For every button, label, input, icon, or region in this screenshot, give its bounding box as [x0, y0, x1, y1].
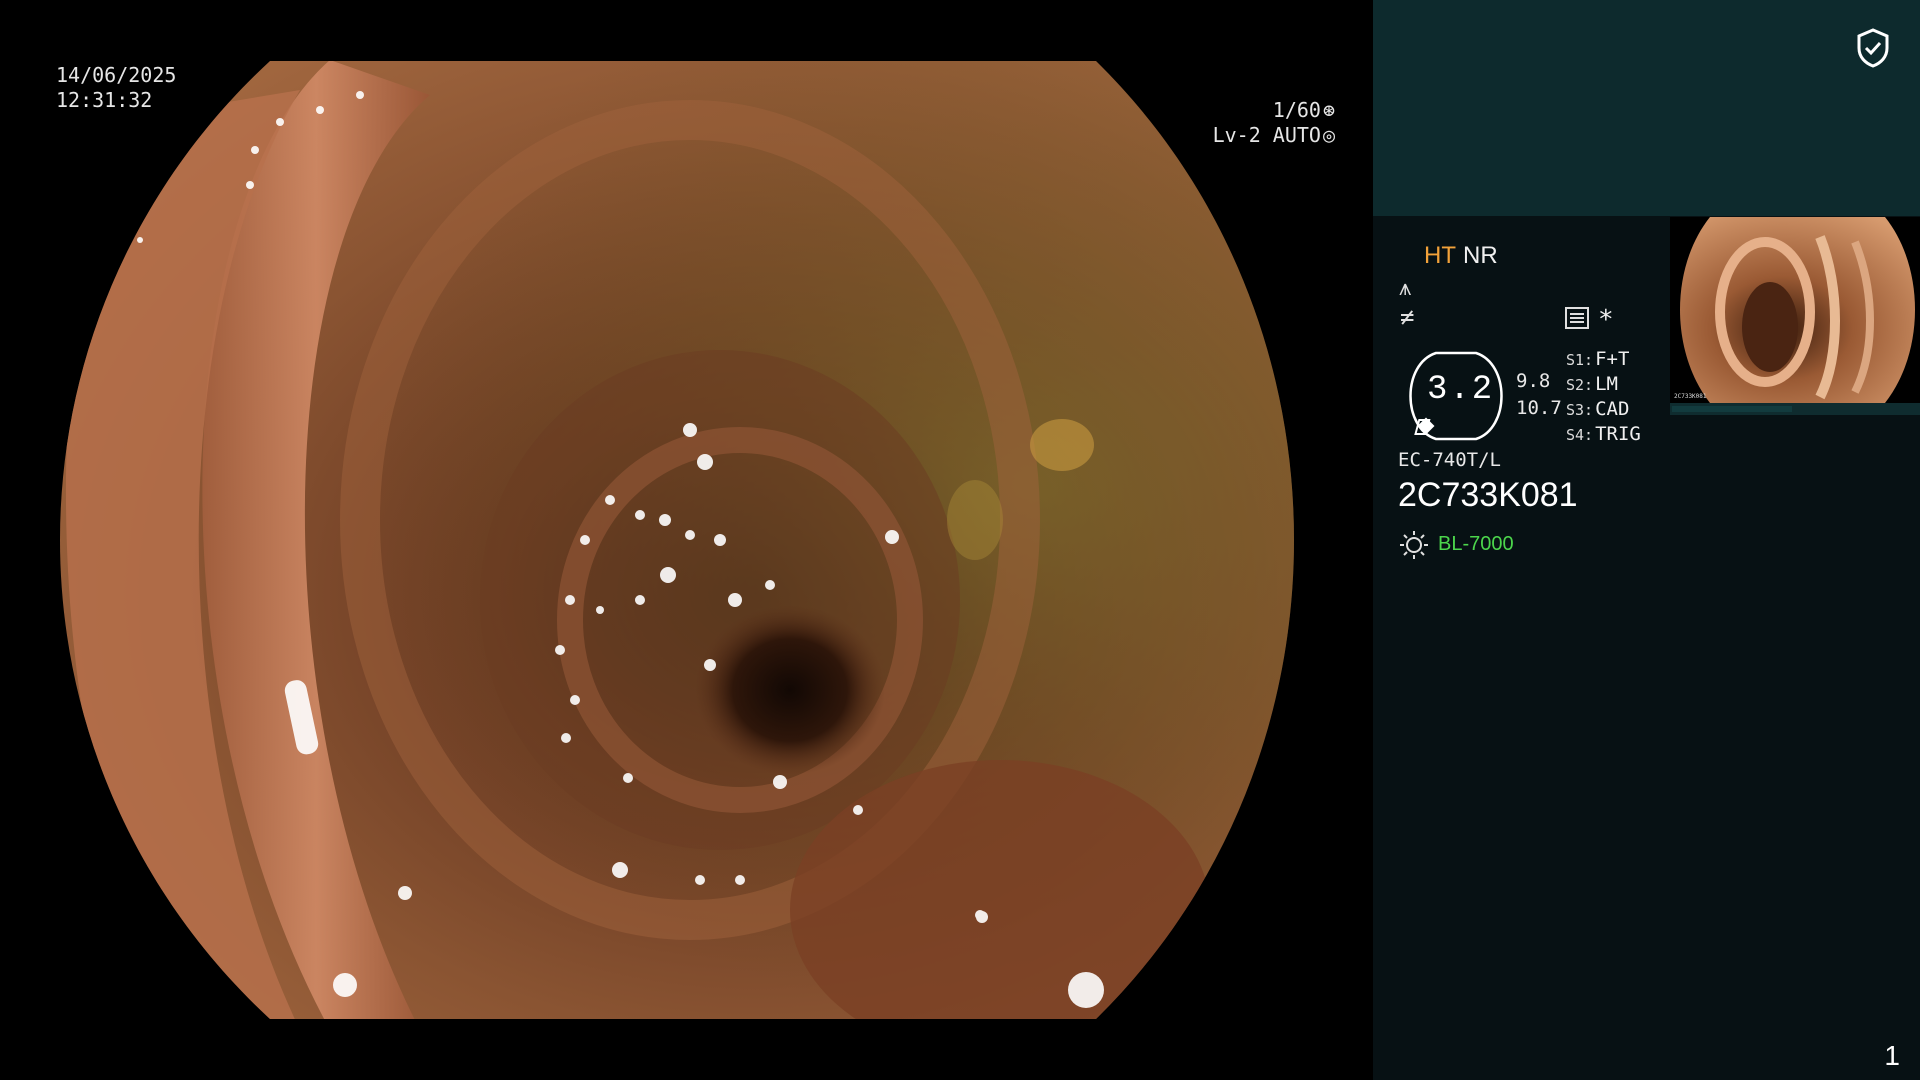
gauge-value: 3.2 — [1427, 371, 1495, 409]
side-value-2: 10.7 — [1516, 397, 1562, 419]
switch-row-s3: S3: CAD — [1566, 398, 1630, 420]
thumbnail-preview[interactable]: 2C733K081 — [1670, 217, 1920, 415]
exposure-overlay: 1/60 ⊛ Lv-2 AUTO ◎ — [1213, 98, 1335, 148]
nr-mode-label: NR — [1463, 242, 1498, 269]
asterisk-indicator: * — [1598, 305, 1614, 335]
switch-row-s4: S4: TRIG — [1566, 423, 1641, 445]
date-label: 14/06/2025 — [56, 63, 177, 87]
panel-header — [1373, 0, 1920, 216]
slash-icon: ≠ — [1400, 303, 1415, 331]
cable-icon: ⩚ — [1399, 276, 1412, 301]
iris-icon: ◎ — [1322, 123, 1335, 147]
settings-list-icon — [1565, 307, 1589, 329]
endoscopic-image — [60, 61, 1294, 1019]
side-value-1: 9.8 — [1516, 370, 1551, 392]
shield-check-icon[interactable] — [1856, 28, 1890, 68]
ht-mode-label: HT — [1424, 242, 1456, 269]
page-number: 1 — [1884, 1040, 1900, 1071]
light-bulb-icon — [1400, 531, 1428, 559]
date-time-overlay: 14/06/2025 12:31:32 — [56, 63, 176, 113]
scope-serial-label: 2C733K081 — [1398, 476, 1578, 514]
switch-row-s2: S2: LM — [1566, 373, 1618, 395]
thumbnail-caption: 2C733K081 — [1674, 393, 1707, 400]
level-label: Lv-2 AUTO — [1212, 123, 1321, 147]
shutter-label: 1/60 — [1272, 98, 1321, 122]
switch-row-s1: S1: F+T — [1566, 348, 1630, 370]
light-source-label: BL-7000 — [1438, 533, 1514, 555]
time-label: 12:31:32 — [56, 88, 153, 112]
thumbnail-image — [1680, 217, 1915, 403]
aperture-icon: ⊛ — [1322, 98, 1335, 122]
scope-model-label: EC-740T/L — [1398, 449, 1501, 471]
endoscope-view: 14/06/2025 12:31:32 1/60 ⊛ Lv-2 AUTO ◎ — [0, 0, 1373, 1080]
info-panel: HT NR ⩚ ≠ * 3.2 9.8 10.7 S1: F+T S2: LM S3… — [1373, 0, 1920, 1080]
thumbnail-status-bar — [1670, 403, 1920, 415]
